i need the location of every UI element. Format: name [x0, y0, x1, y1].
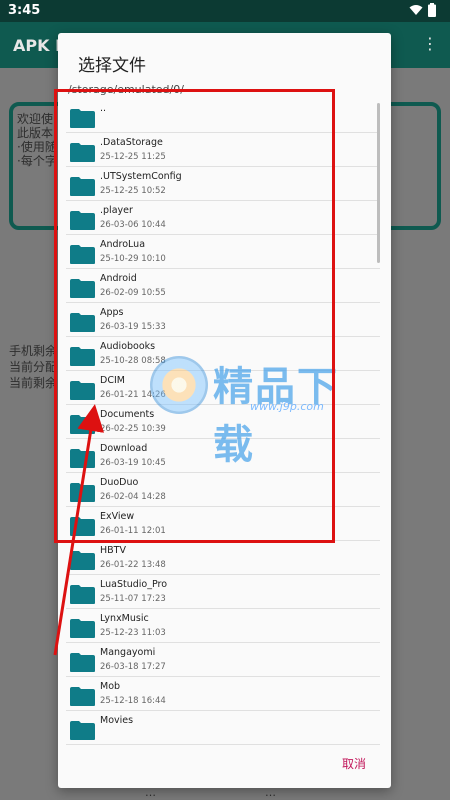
- folder-icon: [70, 619, 95, 638]
- folder-date: 25-12-18 16:44: [100, 696, 166, 706]
- folder-date: 25-11-07 17:23: [100, 594, 166, 604]
- folder-row[interactable]: Mangayomi 26-03-18 17:27: [66, 643, 380, 677]
- background-storage-left: 手机剩余: [9, 344, 58, 358]
- folder-date: 26-01-22 13:48: [100, 560, 166, 570]
- folder-name: Mob: [100, 681, 121, 692]
- background-text-2: 此版本: [17, 126, 54, 140]
- folder-name: LynxMusic: [100, 613, 149, 624]
- background-text-1: 欢迎使: [17, 112, 54, 126]
- background-text-4: ·每个字: [17, 154, 57, 168]
- folder-name: LuaStudio_Pro: [100, 579, 168, 590]
- background-remaining: 当前剩余: [9, 376, 58, 390]
- folder-name: Mangayomi: [100, 647, 156, 658]
- scrollbar[interactable]: [377, 103, 380, 263]
- background-allocated: 当前分配: [9, 360, 58, 374]
- folder-row[interactable]: HBTV 26-01-22 13:48: [66, 541, 380, 575]
- folder-name: Movies: [100, 715, 134, 726]
- cancel-button[interactable]: 取消: [342, 755, 366, 772]
- folder-date: 26-03-18 17:27: [100, 662, 166, 672]
- wifi-icon: [409, 5, 423, 15]
- background-text-3: ·使用随: [17, 140, 57, 154]
- folder-row[interactable]: Mob 25-12-18 16:44: [66, 677, 380, 711]
- folder-row[interactable]: LuaStudio_Pro 25-11-07 17:23: [66, 575, 380, 609]
- annotation-highlight-box: [54, 89, 335, 543]
- folder-row[interactable]: Movies: [66, 711, 380, 745]
- folder-icon: [70, 585, 95, 604]
- dialog-title: 选择文件: [78, 56, 146, 76]
- folder-row[interactable]: LynxMusic 25-12-23 11:03: [66, 609, 380, 643]
- folder-icon: [70, 653, 95, 672]
- folder-icon: [70, 687, 95, 706]
- folder-icon: [70, 721, 95, 740]
- overflow-menu-icon[interactable]: ⋮: [422, 34, 438, 53]
- battery-icon: [428, 3, 436, 17]
- status-bar: 3:45: [0, 0, 450, 22]
- folder-date: 25-12-23 11:03: [100, 628, 166, 638]
- folder-icon: [70, 551, 95, 570]
- system-icons: [409, 3, 436, 17]
- folder-name: HBTV: [100, 545, 126, 556]
- status-time: 3:45: [8, 3, 41, 18]
